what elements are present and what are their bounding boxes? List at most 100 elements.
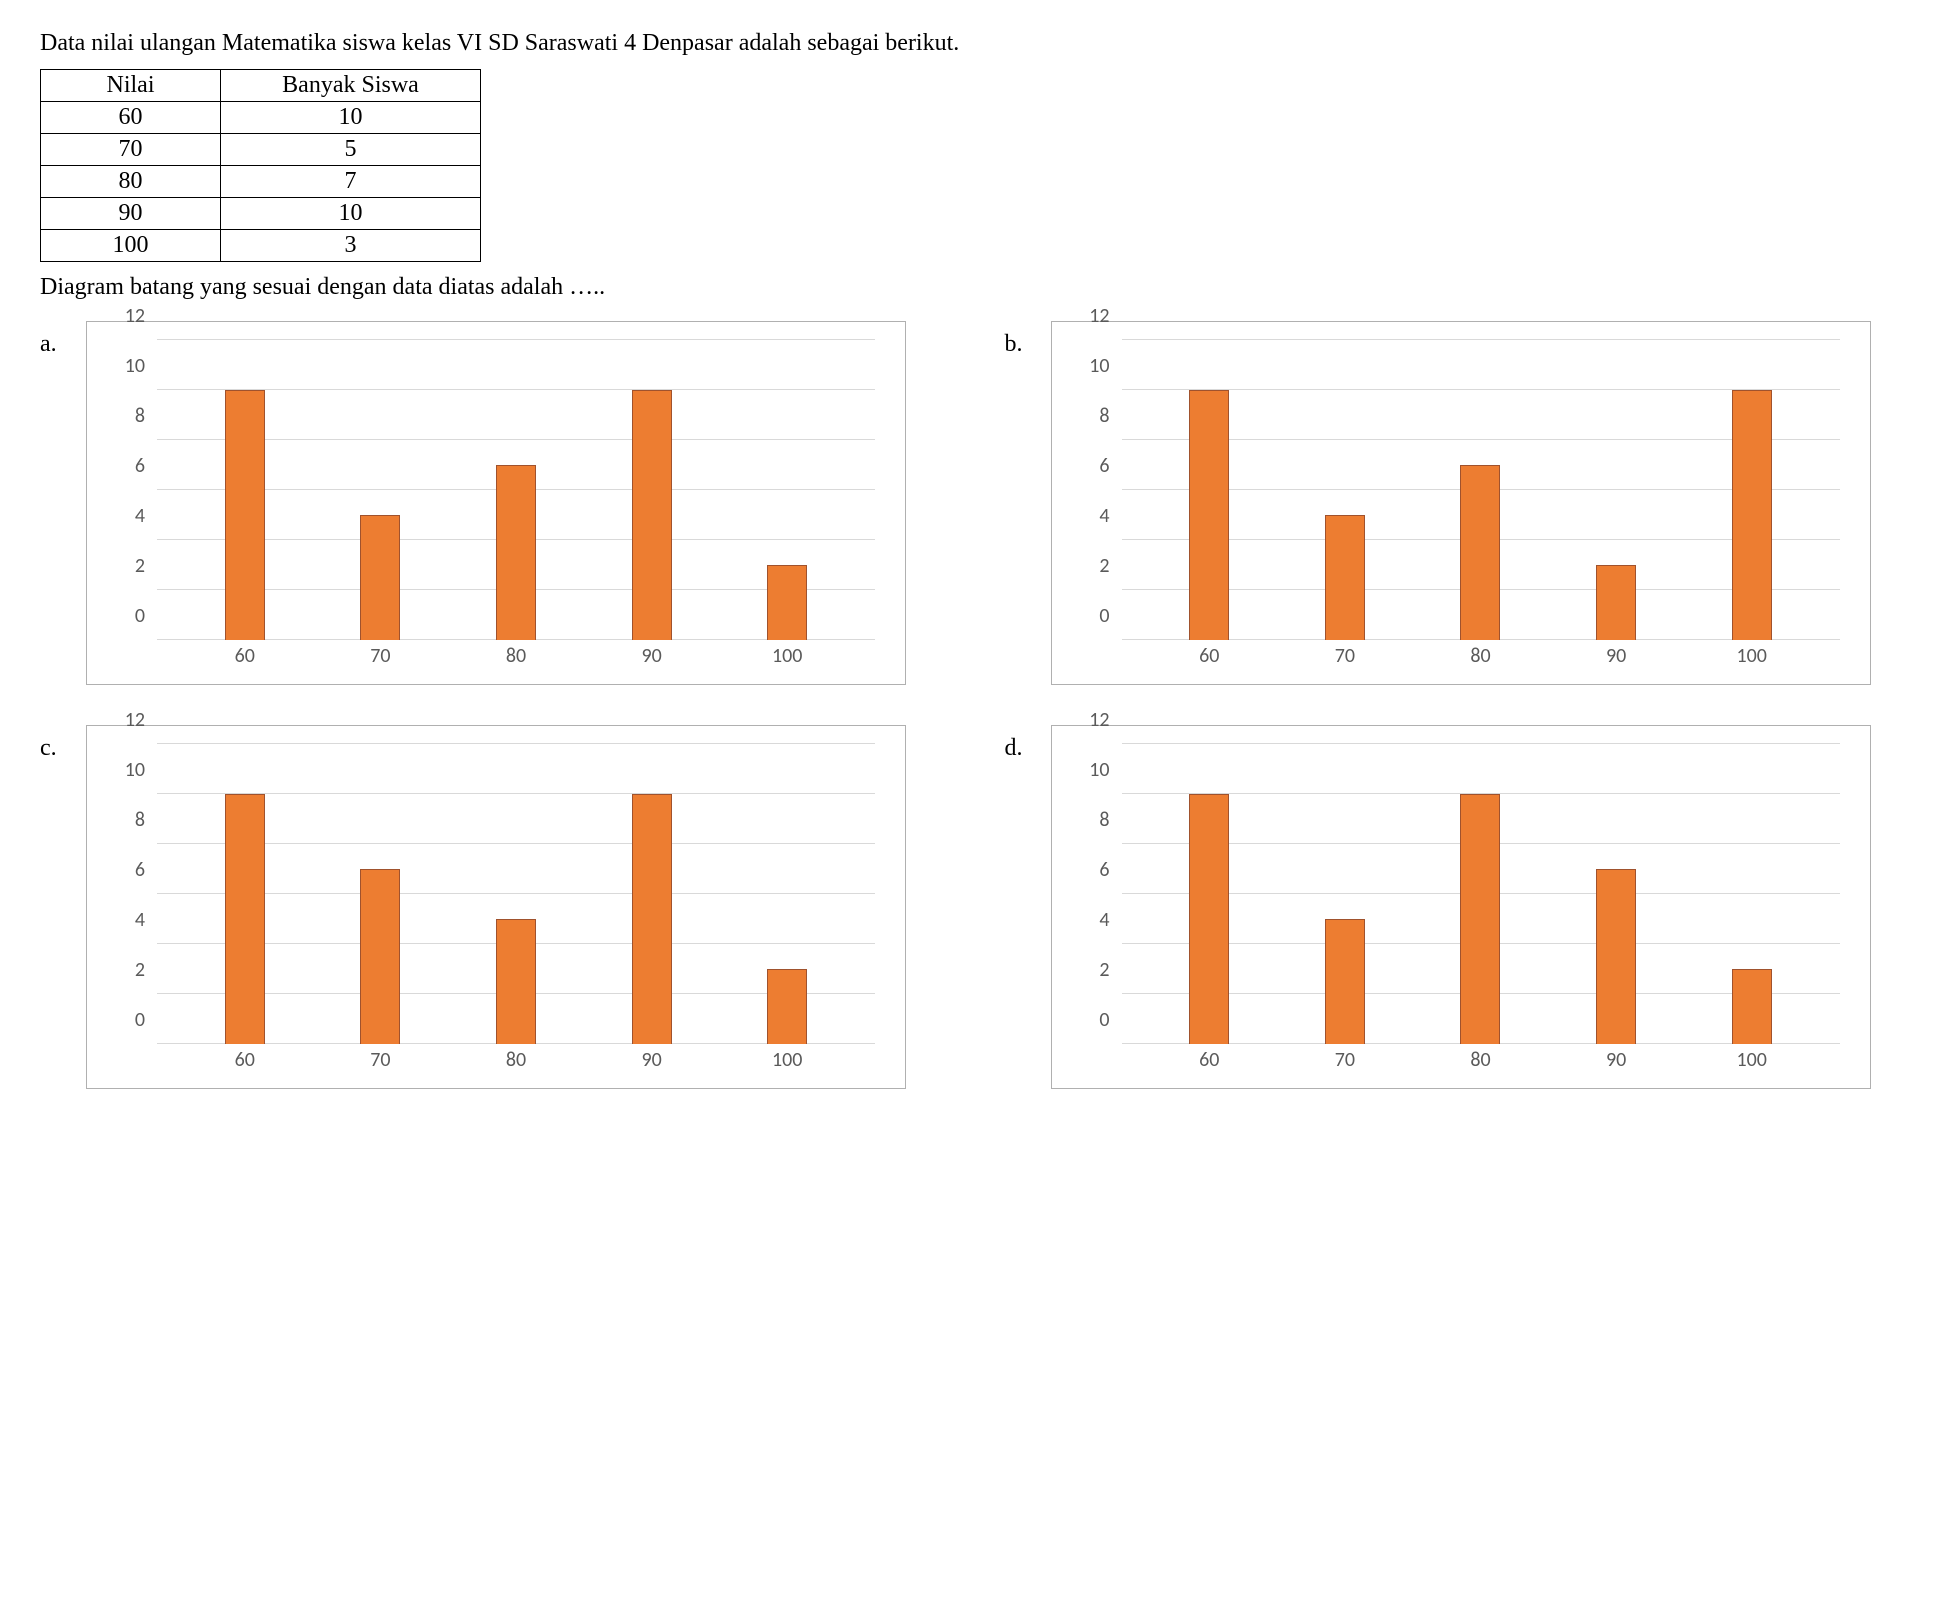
y-tick-label: 10 bbox=[125, 758, 145, 782]
y-tick-label: 2 bbox=[135, 958, 145, 982]
y-tick-label: 12 bbox=[125, 304, 145, 328]
x-tick-label: 90 bbox=[1548, 644, 1684, 670]
table-header-row: Nilai Banyak Siswa bbox=[41, 70, 481, 102]
x-tick-label: 100 bbox=[1684, 644, 1820, 670]
bar-slot bbox=[1684, 744, 1820, 1044]
option-b: b. 02468101260708090100 bbox=[1005, 321, 1910, 685]
y-tick-label: 6 bbox=[135, 454, 145, 478]
y-tick-label: 0 bbox=[1099, 1008, 1109, 1032]
bar-slot bbox=[177, 340, 313, 640]
bar-slot bbox=[1548, 744, 1684, 1044]
cell-siswa: 3 bbox=[221, 230, 481, 262]
table-row: 70 5 bbox=[41, 134, 481, 166]
bar-slot bbox=[1684, 340, 1820, 640]
x-tick-label: 100 bbox=[1684, 1048, 1820, 1074]
x-tick-label: 80 bbox=[448, 1048, 584, 1074]
bar bbox=[1732, 390, 1772, 640]
x-tick-label: 80 bbox=[448, 644, 584, 670]
bar-slot bbox=[177, 744, 313, 1044]
y-tick-label: 10 bbox=[1089, 354, 1109, 378]
header-siswa: Banyak Siswa bbox=[221, 70, 481, 102]
x-tick-label: 60 bbox=[1142, 1048, 1278, 1074]
bar-slot bbox=[448, 340, 584, 640]
intro-text: Data nilai ulangan Matematika siswa kela… bbox=[40, 30, 1909, 57]
option-label: b. bbox=[1005, 321, 1035, 358]
bar-slot bbox=[313, 340, 449, 640]
data-table: Nilai Banyak Siswa 60 10 70 5 80 7 90 10… bbox=[40, 69, 481, 262]
option-d: d. 02468101260708090100 bbox=[1005, 725, 1910, 1089]
option-c: c. 02468101260708090100 bbox=[40, 725, 945, 1089]
bar bbox=[1596, 565, 1636, 640]
y-tick-label: 4 bbox=[135, 908, 145, 932]
option-label: a. bbox=[40, 321, 70, 358]
header-nilai: Nilai bbox=[41, 70, 221, 102]
chart-container-a: 02468101260708090100 bbox=[86, 321, 906, 685]
y-tick-label: 12 bbox=[1089, 708, 1109, 732]
bar-slot bbox=[1548, 340, 1684, 640]
y-axis-labels: 024681012 bbox=[1072, 744, 1116, 1044]
y-tick-label: 0 bbox=[135, 604, 145, 628]
bar bbox=[1325, 919, 1365, 1044]
plot-area bbox=[157, 744, 875, 1044]
option-label: d. bbox=[1005, 725, 1035, 762]
option-label: c. bbox=[40, 725, 70, 762]
x-tick-label: 70 bbox=[1277, 1048, 1413, 1074]
chart-container-b: 02468101260708090100 bbox=[1051, 321, 1871, 685]
bar-slot bbox=[584, 744, 720, 1044]
x-axis-labels: 60708090100 bbox=[1122, 644, 1840, 670]
bar-slot bbox=[584, 340, 720, 640]
y-tick-label: 12 bbox=[125, 708, 145, 732]
y-tick-label: 4 bbox=[135, 504, 145, 528]
bar bbox=[767, 565, 807, 640]
bar-chart: 02468101260708090100 bbox=[107, 744, 885, 1074]
cell-siswa: 5 bbox=[221, 134, 481, 166]
bar bbox=[225, 794, 265, 1044]
x-tick-label: 60 bbox=[177, 1048, 313, 1074]
question-text: Diagram batang yang sesuai dengan data d… bbox=[40, 274, 1909, 301]
bar-chart: 02468101260708090100 bbox=[107, 340, 885, 670]
bar bbox=[360, 869, 400, 1044]
bars-wrap bbox=[157, 340, 875, 640]
bar bbox=[1732, 969, 1772, 1044]
cell-siswa: 10 bbox=[221, 102, 481, 134]
options-grid: a. 02468101260708090100 b. 0246810126070… bbox=[40, 321, 1909, 1089]
bar bbox=[632, 794, 672, 1044]
bar-slot bbox=[1277, 340, 1413, 640]
chart-container-c: 02468101260708090100 bbox=[86, 725, 906, 1089]
x-axis-labels: 60708090100 bbox=[1122, 1048, 1840, 1074]
x-tick-label: 90 bbox=[1548, 1048, 1684, 1074]
y-tick-label: 2 bbox=[1099, 554, 1109, 578]
x-tick-label: 90 bbox=[584, 644, 720, 670]
table-row: 60 10 bbox=[41, 102, 481, 134]
x-tick-label: 70 bbox=[313, 1048, 449, 1074]
bar-slot bbox=[448, 744, 584, 1044]
y-tick-label: 8 bbox=[1099, 808, 1109, 832]
bar-slot bbox=[719, 744, 855, 1044]
x-axis-labels: 60708090100 bbox=[157, 644, 875, 670]
bar bbox=[1460, 794, 1500, 1044]
x-tick-label: 80 bbox=[1413, 644, 1549, 670]
y-tick-label: 4 bbox=[1099, 908, 1109, 932]
y-tick-label: 6 bbox=[1099, 454, 1109, 478]
y-axis-labels: 024681012 bbox=[107, 744, 151, 1044]
x-tick-label: 70 bbox=[313, 644, 449, 670]
x-tick-label: 100 bbox=[719, 644, 855, 670]
cell-siswa: 7 bbox=[221, 166, 481, 198]
bars-wrap bbox=[1122, 744, 1840, 1044]
chart-container-d: 02468101260708090100 bbox=[1051, 725, 1871, 1089]
bar-slot bbox=[313, 744, 449, 1044]
table-row: 90 10 bbox=[41, 198, 481, 230]
plot-area bbox=[1122, 340, 1840, 640]
bar bbox=[767, 969, 807, 1044]
bar-slot bbox=[1413, 744, 1549, 1044]
x-tick-label: 100 bbox=[719, 1048, 855, 1074]
bar-chart: 02468101260708090100 bbox=[1072, 744, 1850, 1074]
y-tick-label: 8 bbox=[1099, 404, 1109, 428]
bars-wrap bbox=[1122, 340, 1840, 640]
y-tick-label: 8 bbox=[135, 808, 145, 832]
x-axis-labels: 60708090100 bbox=[157, 1048, 875, 1074]
x-tick-label: 90 bbox=[584, 1048, 720, 1074]
option-a: a. 02468101260708090100 bbox=[40, 321, 945, 685]
y-tick-label: 0 bbox=[1099, 604, 1109, 628]
x-tick-label: 60 bbox=[1142, 644, 1278, 670]
